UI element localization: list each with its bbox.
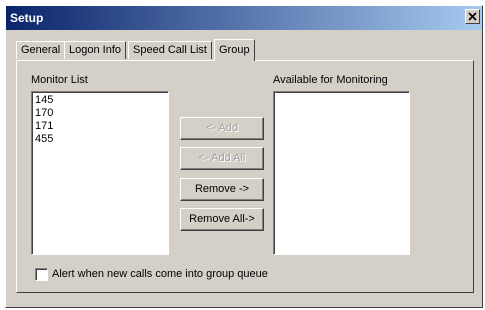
list-item[interactable]: 170 (32, 107, 168, 120)
monitor-list-label: Monitor List (31, 74, 88, 86)
tab-logon-info[interactable]: Logon Info (64, 41, 126, 59)
setup-dialog: Setup General Logon Info Speed Call List… (5, 5, 483, 308)
window-title: Setup (10, 11, 44, 25)
available-list[interactable] (273, 91, 410, 255)
alert-checkbox[interactable] (35, 268, 48, 281)
remove-all-button[interactable]: Remove All-> (180, 208, 264, 231)
tab-general[interactable]: General (16, 41, 66, 59)
list-item[interactable]: 171 (32, 120, 168, 133)
alert-checkbox-label[interactable]: Alert when new calls come into group que… (52, 267, 268, 281)
close-icon (468, 12, 477, 21)
add-button[interactable]: <- Add (180, 117, 264, 140)
title-bar[interactable]: Setup (6, 6, 482, 30)
list-item[interactable]: 145 (32, 94, 168, 107)
list-item[interactable]: 455 (32, 133, 168, 146)
close-button[interactable] (465, 9, 480, 24)
remove-button[interactable]: Remove -> (180, 178, 264, 201)
add-all-button[interactable]: <- Add All (180, 147, 264, 170)
tab-group[interactable]: Group (214, 39, 255, 61)
available-for-monitoring-label: Available for Monitoring (273, 74, 388, 86)
monitor-list[interactable]: 145 170 171 455 (31, 91, 169, 255)
tab-speed-call-list[interactable]: Speed Call List (128, 41, 212, 59)
group-tab-panel: Monitor List 145 170 171 455 <- Add <- A… (16, 60, 474, 293)
